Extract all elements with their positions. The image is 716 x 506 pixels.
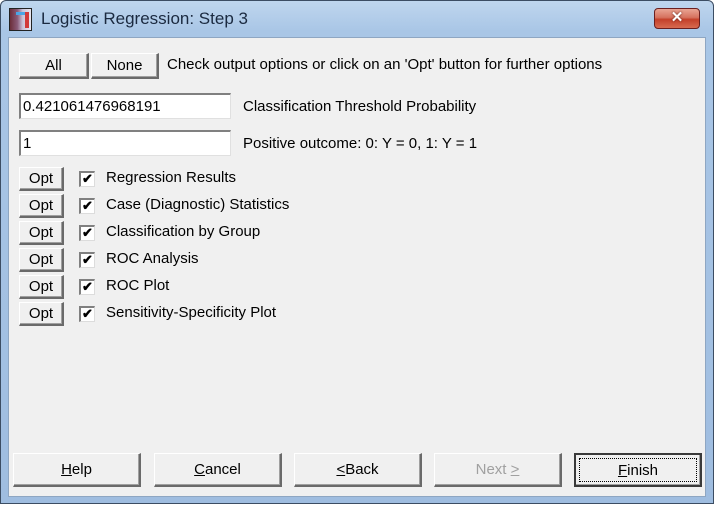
checkbox-case-statistics[interactable]: ✔ xyxy=(79,198,95,214)
select-none-button[interactable]: None xyxy=(91,53,159,79)
threshold-label: Classification Threshold Probability xyxy=(243,98,477,115)
close-button[interactable]: ✕ xyxy=(654,8,700,29)
close-icon: ✕ xyxy=(670,9,684,26)
opt-button-classification-by-group[interactable]: Opt xyxy=(19,221,64,245)
option-label-roc-plot: ROC Plot xyxy=(106,277,170,294)
back-label: Back xyxy=(345,461,379,478)
checkbox-roc-plot[interactable]: ✔ xyxy=(79,279,95,295)
instruction-text: Check output options or click on an 'Opt… xyxy=(167,56,603,73)
opt-button-roc-plot[interactable]: Opt xyxy=(19,275,64,299)
checkmark-icon: ✔ xyxy=(82,252,93,267)
help-button[interactable]: Help xyxy=(13,453,141,487)
opt-label: Opt xyxy=(28,305,54,322)
opt-label: Opt xyxy=(28,278,54,295)
option-label-roc-analysis: ROC Analysis xyxy=(106,250,199,267)
checkmark-icon: ✔ xyxy=(82,306,93,321)
select-all-button[interactable]: All xyxy=(19,53,89,79)
help-mnemonic: H xyxy=(61,461,72,478)
positive-outcome-input[interactable] xyxy=(19,130,231,156)
option-label-sensitivity-specificity-plot: Sensitivity-Specificity Plot xyxy=(106,304,277,321)
next-label: Next xyxy=(475,461,511,478)
title-bar[interactable]: Logistic Regression: Step 3 ✕ xyxy=(1,1,713,37)
next-mnemonic: > xyxy=(510,461,520,478)
checkmark-icon: ✔ xyxy=(82,171,93,186)
cancel-button[interactable]: Cancel xyxy=(154,453,282,487)
back-mnemonic: < xyxy=(336,461,346,478)
option-label-classification-by-group: Classification by Group xyxy=(106,223,261,240)
focus-rectangle xyxy=(579,458,697,482)
positive-outcome-label: Positive outcome: 0: Y = 0, 1: Y = 1 xyxy=(243,135,478,152)
option-label-regression-results: Regression Results xyxy=(106,169,237,186)
checkbox-sensitivity-specificity-plot[interactable]: ✔ xyxy=(79,306,95,322)
dialog-window: Logistic Regression: Step 3 ✕ All None C… xyxy=(0,0,714,504)
opt-label: Opt xyxy=(28,170,54,187)
opt-button-case-statistics[interactable]: Opt xyxy=(19,194,64,218)
next-button[interactable]: Next > xyxy=(434,453,562,487)
checkbox-classification-by-group[interactable]: ✔ xyxy=(79,225,95,241)
opt-label: Opt xyxy=(28,224,54,241)
opt-label: Opt xyxy=(28,251,54,268)
app-icon xyxy=(9,8,32,31)
opt-label: Opt xyxy=(28,197,54,214)
cancel-mnemonic: C xyxy=(194,461,205,478)
back-button[interactable]: < Back xyxy=(294,453,422,487)
select-none-label: None xyxy=(106,57,143,74)
cancel-label: ancel xyxy=(204,461,241,478)
opt-button-roc-analysis[interactable]: Opt xyxy=(19,248,64,272)
checkmark-icon: ✔ xyxy=(82,198,93,213)
window-title: Logistic Regression: Step 3 xyxy=(41,9,248,28)
threshold-input[interactable] xyxy=(19,93,231,119)
checkmark-icon: ✔ xyxy=(82,279,93,294)
opt-button-regression-results[interactable]: Opt xyxy=(19,167,64,191)
select-all-label: All xyxy=(45,57,62,74)
option-label-case-statistics: Case (Diagnostic) Statistics xyxy=(106,196,290,213)
help-label: elp xyxy=(71,461,92,478)
checkbox-regression-results[interactable]: ✔ xyxy=(79,171,95,187)
checkbox-roc-analysis[interactable]: ✔ xyxy=(79,252,95,268)
opt-button-sensitivity-specificity-plot[interactable]: Opt xyxy=(19,302,64,326)
finish-button[interactable]: Finish xyxy=(574,453,702,487)
dialog-body: All None Check output options or click o… xyxy=(8,37,706,497)
checkmark-icon: ✔ xyxy=(82,225,93,240)
